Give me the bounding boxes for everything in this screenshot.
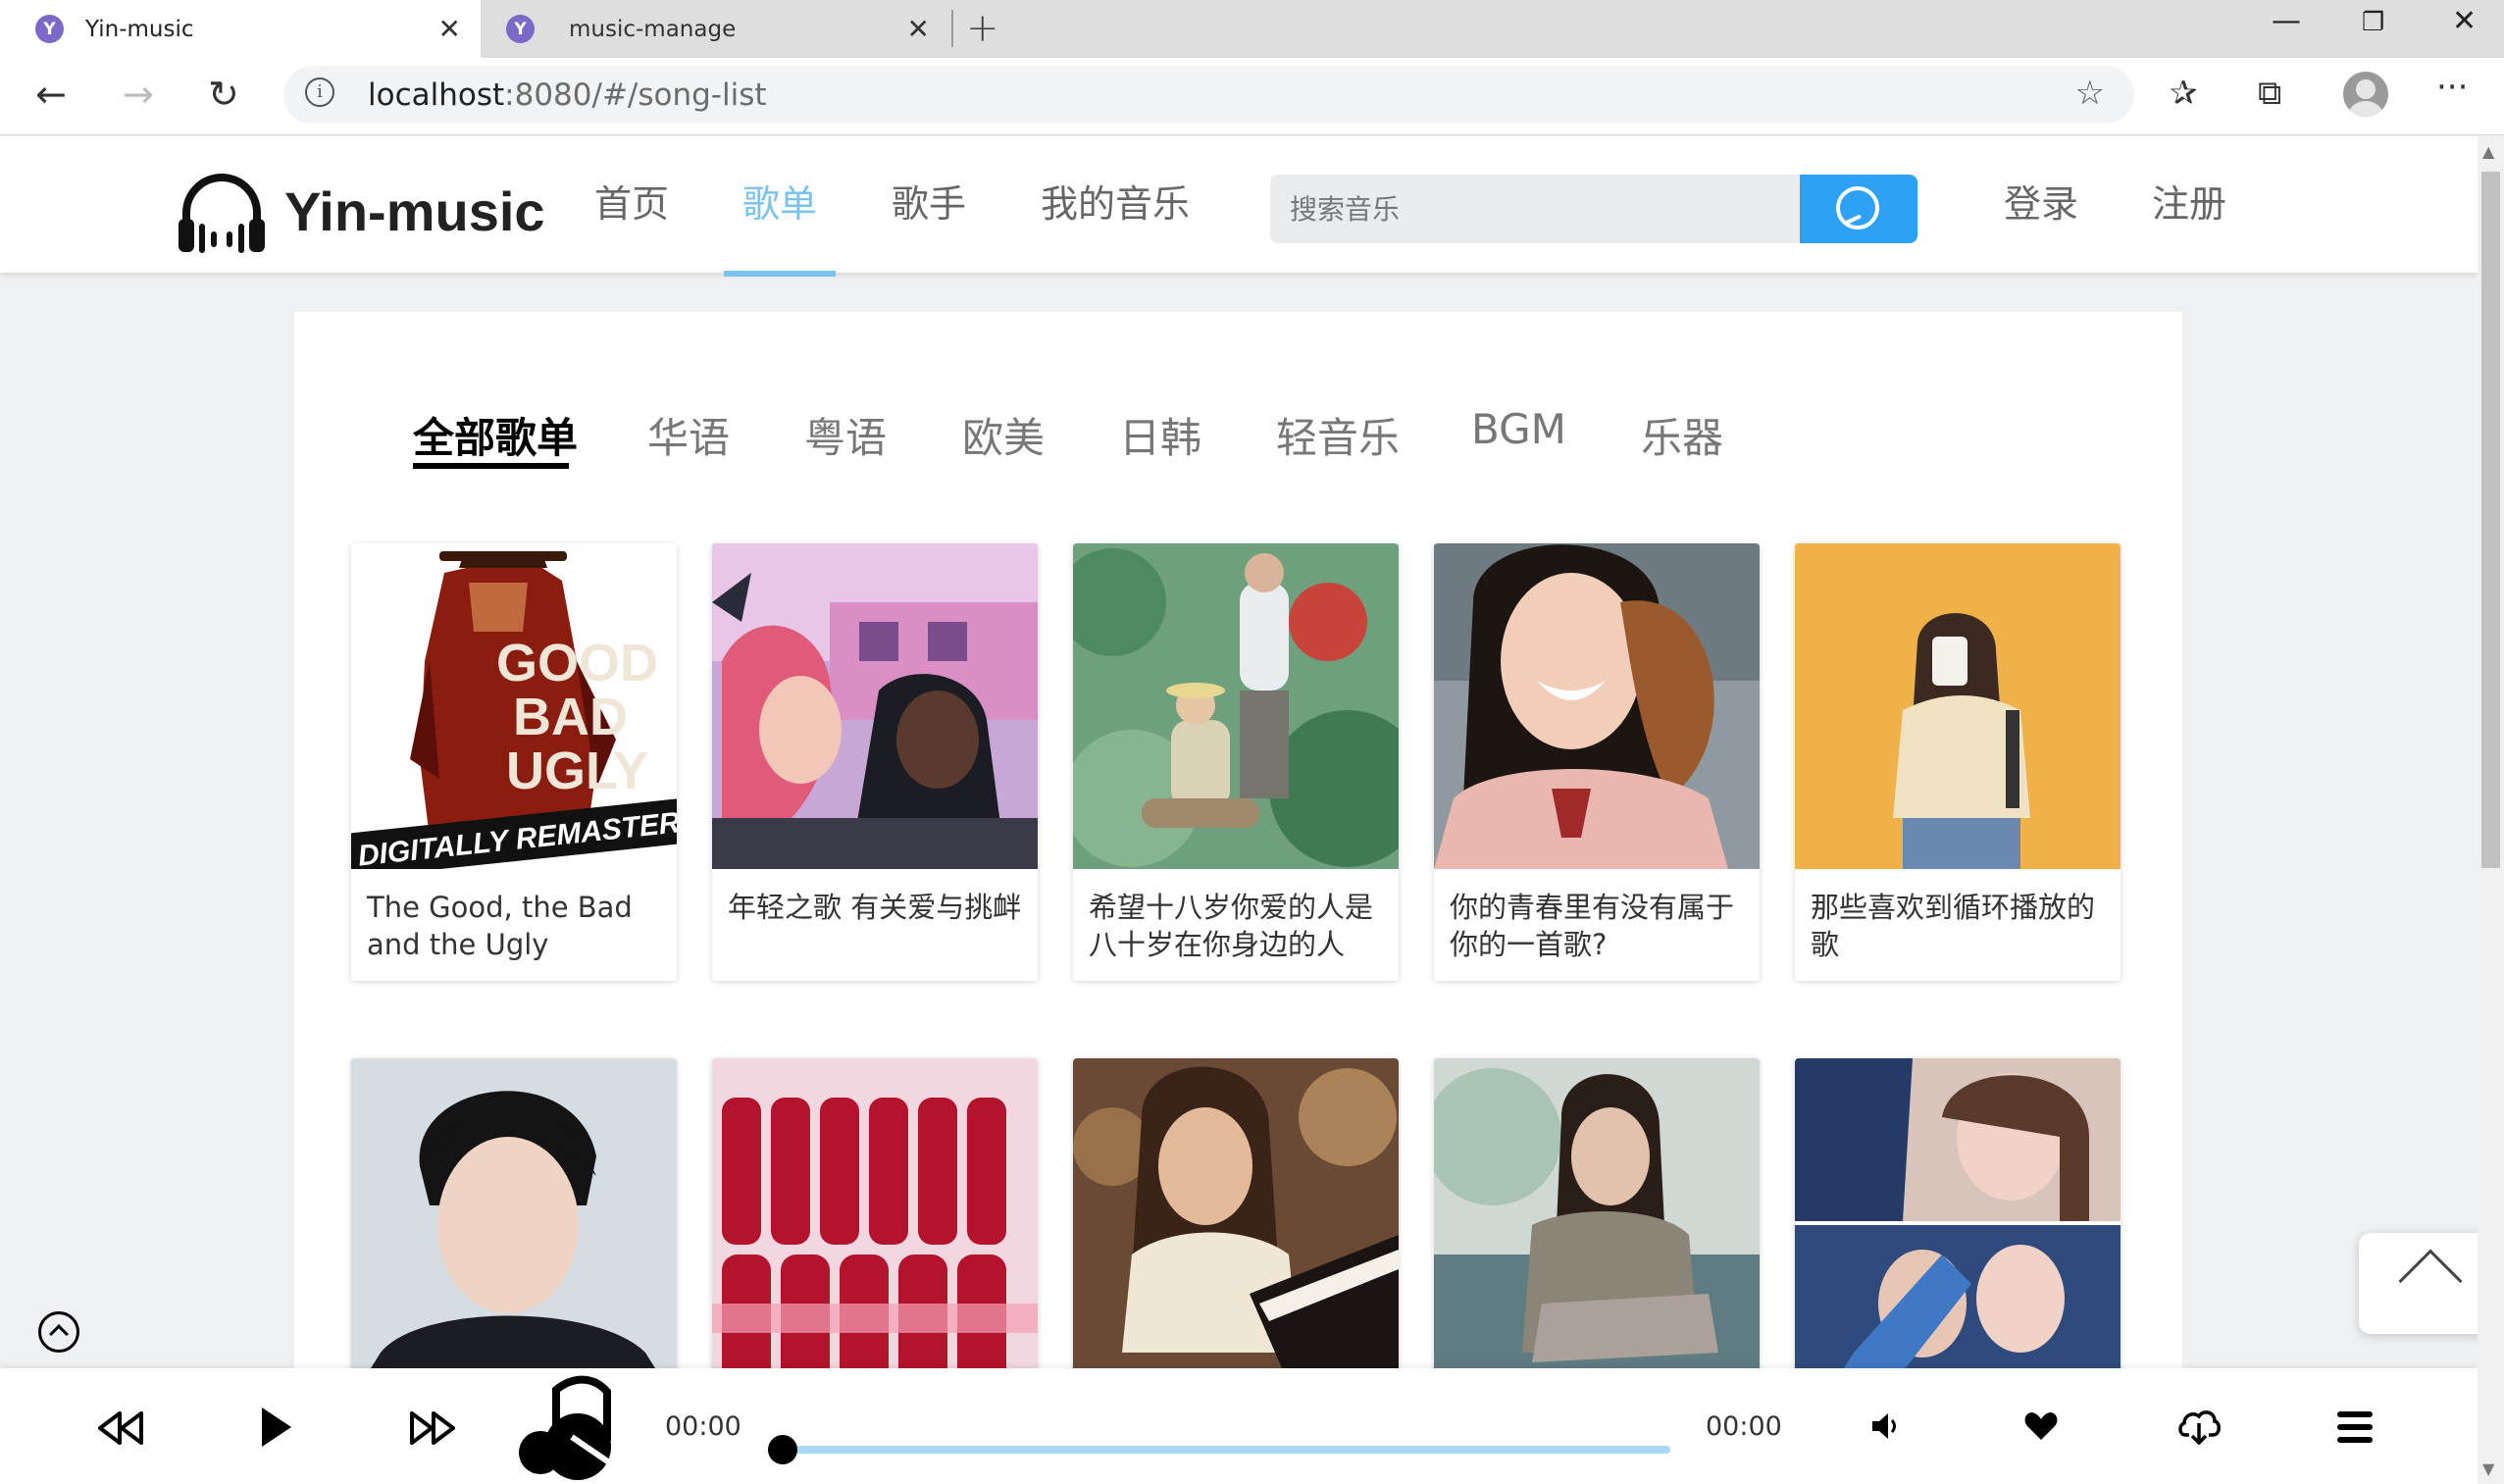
playlist-title: 你的青春里有没有属于你的一首歌? xyxy=(1450,891,1735,961)
category-western[interactable]: 欧美 xyxy=(962,405,1045,465)
restore-icon[interactable]: ❐ xyxy=(2362,8,2384,37)
page-scrollbar[interactable]: ▲ ▼ xyxy=(2478,136,2504,1484)
site-favicon-icon: Y xyxy=(506,15,535,43)
category-light-music[interactable]: 轻音乐 xyxy=(1276,405,1400,465)
tab-yin-music[interactable]: Y Yin-music ✕ xyxy=(0,0,481,58)
nav-my-music[interactable]: 我的音乐 xyxy=(1041,174,1190,228)
playlist-cover xyxy=(712,1058,1038,1384)
tab-title: Yin-music xyxy=(85,16,194,42)
search-button[interactable] xyxy=(1800,175,1917,243)
category-instrument[interactable]: 乐器 xyxy=(1641,405,1723,465)
site-logo[interactable]: Yin-music xyxy=(173,162,545,260)
music-note-icon xyxy=(519,1375,611,1480)
next-track-icon[interactable] xyxy=(410,1411,455,1445)
scroll-up-icon[interactable]: ▲ xyxy=(2482,142,2494,161)
playlist-cover xyxy=(1073,543,1399,869)
scroll-thumb[interactable] xyxy=(2481,172,2500,868)
playlist-card[interactable]: 你的青春里有没有属于你的一首歌? xyxy=(1434,543,1760,981)
register-link[interactable]: 注册 xyxy=(2152,174,2226,228)
playlist-title: 年轻之歌 有关爱与挑衅 xyxy=(728,891,1022,924)
category-bgm[interactable]: BGM xyxy=(1471,405,1566,453)
playlist-title: The Good, the Bad and the Ugly xyxy=(367,891,633,961)
playlist-cover xyxy=(1434,1058,1760,1384)
collections-icon[interactable]: ⧉ xyxy=(2258,74,2281,113)
progress-knob[interactable] xyxy=(768,1435,797,1464)
playlist-cover xyxy=(712,543,1038,869)
refresh-icon[interactable]: ↻ xyxy=(208,73,239,116)
playlist-cover xyxy=(1795,1058,2121,1384)
scroll-down-icon[interactable]: ▼ xyxy=(2482,1459,2494,1478)
category-active-underline xyxy=(413,463,569,469)
chevron-up-icon xyxy=(49,1324,69,1344)
tab-music-manage[interactable]: Y music-manage ✕ xyxy=(486,0,949,58)
previous-track-icon[interactable] xyxy=(98,1411,143,1445)
site-header: Yin-music 首页 歌单 歌手 我的音乐 登录 注册 xyxy=(0,136,2478,277)
search-input[interactable] xyxy=(1270,175,1800,243)
login-link[interactable]: 登录 xyxy=(2004,174,2078,228)
nav-song-list[interactable]: 歌单 xyxy=(742,174,817,228)
more-menu-icon[interactable]: ··· xyxy=(2436,68,2468,107)
total-time: 00:00 xyxy=(1706,1411,1782,1442)
playlist-cover xyxy=(1434,543,1760,869)
close-icon[interactable]: ✕ xyxy=(907,13,930,45)
playlist-cover xyxy=(351,1058,677,1384)
playlist-card[interactable]: 希望十八岁你爱的人是八十岁在你身边的人 xyxy=(1073,543,1399,981)
url-text: localhost:8080/#/song-list xyxy=(368,77,767,113)
back-to-top-button[interactable] xyxy=(2359,1233,2478,1334)
category-chinese[interactable]: 华语 xyxy=(647,405,730,465)
profile-avatar[interactable] xyxy=(2343,72,2388,117)
tab-title: music-manage xyxy=(569,16,737,42)
favorites-icon[interactable]: ✰ xyxy=(2170,74,2198,113)
download-icon[interactable] xyxy=(2177,1407,2221,1445)
browser-tabstrip: Y Yin-music ✕ Y music-manage ✕ + — ❐ ✕ xyxy=(0,0,2504,58)
star-icon[interactable]: ☆ xyxy=(2075,74,2105,113)
minimize-icon[interactable]: — xyxy=(2272,4,2301,38)
playlist-cover xyxy=(1073,1058,1399,1384)
url-field[interactable]: i localhost:8080/#/song-list ☆ xyxy=(283,66,2134,124)
svg-text:BAD: BAD xyxy=(513,688,628,746)
address-bar: ← → ↻ i localhost:8080/#/song-list ☆ ✰ ⧉… xyxy=(0,58,2504,135)
logo-text: Yin-music xyxy=(284,179,545,242)
nav-singer[interactable]: 歌手 xyxy=(892,174,966,228)
current-time: 00:00 xyxy=(665,1411,741,1442)
site-favicon-icon: Y xyxy=(35,15,64,43)
category-all[interactable]: 全部歌单 xyxy=(413,405,578,465)
expand-player-button[interactable] xyxy=(38,1311,79,1353)
progress-bar[interactable] xyxy=(783,1446,1670,1454)
nav-home[interactable]: 首页 xyxy=(594,174,669,228)
forward-arrow-icon[interactable]: → xyxy=(123,73,154,116)
playlist-card[interactable]: GOOD BAD UGLY DIGITALLY REMASTERED The G… xyxy=(351,543,677,981)
svg-text:GOOD: GOOD xyxy=(496,634,658,692)
player-bar: 00:00 00:00 xyxy=(0,1368,2478,1484)
volume-icon[interactable] xyxy=(1870,1411,1902,1441)
playlist-cover xyxy=(1795,543,2121,869)
playlist-cover: GOOD BAD UGLY DIGITALLY REMASTERED xyxy=(351,543,677,869)
close-icon[interactable]: ✕ xyxy=(438,13,461,45)
headphones-icon xyxy=(179,174,265,253)
category-jpkr[interactable]: 日韩 xyxy=(1119,405,1201,465)
playlist-menu-icon[interactable] xyxy=(2337,1411,2373,1443)
playlist-card[interactable]: 年轻之歌 有关爱与挑衅 xyxy=(712,543,1038,981)
play-icon[interactable] xyxy=(258,1406,293,1449)
back-arrow-icon[interactable]: ← xyxy=(35,73,67,116)
window-close-icon[interactable]: ✕ xyxy=(2452,4,2477,38)
new-tab-icon[interactable]: + xyxy=(966,6,999,51)
category-cantonese[interactable]: 粤语 xyxy=(804,405,887,465)
song-list-panel: 全部歌单 华语 粤语 欧美 日韩 轻音乐 BGM 乐器 GOOD BAD UGL… xyxy=(294,312,2182,1484)
svg-text:UGLY: UGLY xyxy=(506,742,648,800)
nav-active-underline xyxy=(724,271,836,277)
page-viewport: Yin-music 首页 歌单 歌手 我的音乐 登录 注册 全部歌单 华语 粤语… xyxy=(0,136,2478,1484)
search-icon xyxy=(1836,186,1879,230)
playlist-title: 希望十八岁你爱的人是八十岁在你身边的人 xyxy=(1089,891,1374,961)
heart-icon[interactable] xyxy=(2024,1411,2058,1441)
site-info-icon[interactable]: i xyxy=(305,77,334,107)
playlist-title: 那些喜欢到循环播放的歌 xyxy=(1811,891,2096,961)
search-bar xyxy=(1270,175,1917,243)
tab-separator xyxy=(951,10,953,47)
playlist-card[interactable]: 那些喜欢到循环播放的歌 xyxy=(1795,543,2121,981)
chevron-up-icon xyxy=(2398,1249,2463,1313)
